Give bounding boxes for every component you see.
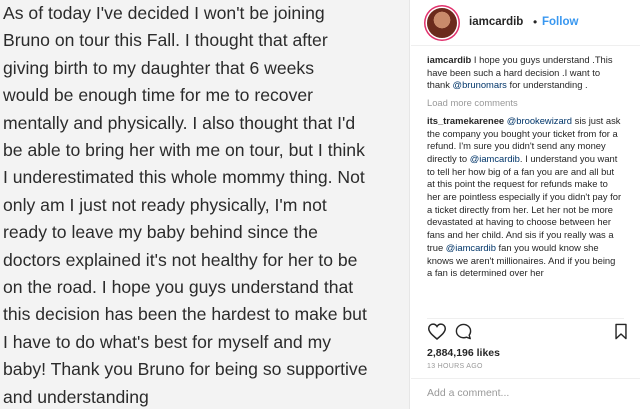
post-image: As of today I've decided I won't be join… bbox=[0, 0, 410, 409]
bookmark-icon[interactable] bbox=[614, 323, 628, 340]
divider bbox=[427, 318, 624, 319]
comment-mention[interactable]: @iamcardib bbox=[446, 242, 496, 253]
post-header: iamcardib • Follow bbox=[411, 0, 640, 46]
avatar[interactable] bbox=[427, 8, 457, 38]
follow-button[interactable]: Follow bbox=[542, 16, 578, 28]
comment-text: . I understand you want to tell her how … bbox=[427, 152, 622, 253]
comment-icon[interactable] bbox=[455, 323, 472, 340]
heart-icon[interactable] bbox=[428, 323, 446, 340]
caption: iamcardib I hope you guys understand .Th… bbox=[427, 54, 623, 92]
comment-mention[interactable]: @brookewizard bbox=[507, 115, 572, 126]
list-item: its_tramekarenee @brookewizard sis just … bbox=[427, 115, 623, 280]
caption-username[interactable]: iamcardib bbox=[427, 54, 471, 65]
comment-username[interactable]: its_tramekarenee bbox=[427, 115, 504, 126]
comment-mention[interactable]: @iamcardib bbox=[470, 153, 520, 164]
separator-dot: • bbox=[533, 15, 538, 29]
add-comment-input[interactable] bbox=[427, 380, 627, 406]
post-statement-text: As of today I've decided I won't be join… bbox=[3, 3, 368, 407]
divider bbox=[411, 378, 640, 379]
timestamp: 13 HOURS AGO bbox=[427, 363, 483, 370]
likes-count[interactable]: 2,884,196 likes bbox=[427, 347, 500, 359]
header-username[interactable]: iamcardib bbox=[469, 16, 523, 28]
comments-list[interactable]: iamcardib I hope you guys understand .Th… bbox=[427, 54, 623, 316]
caption-mention[interactable]: @brunomars bbox=[453, 79, 507, 90]
caption-text-end: for understanding . bbox=[506, 79, 588, 91]
load-more-comments-button[interactable]: Load more comments bbox=[427, 97, 623, 110]
